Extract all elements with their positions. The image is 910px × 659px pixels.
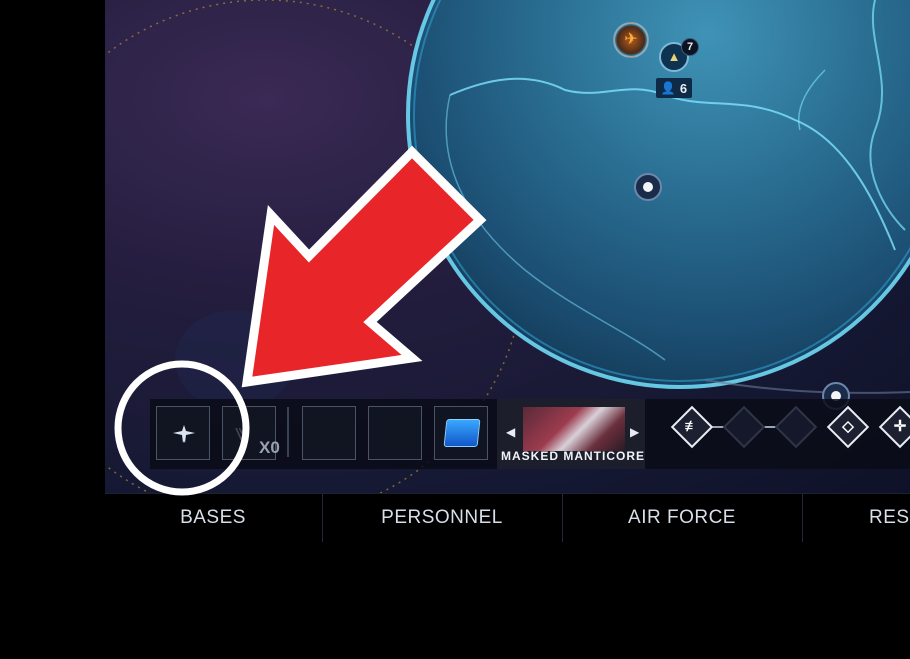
point-of-interest-marker[interactable] [634, 173, 662, 201]
skill-node-locked[interactable] [722, 405, 766, 449]
tab-air-force[interactable]: AIR FORCE [563, 494, 801, 542]
cross-diamond-icon: ✛ [893, 418, 907, 435]
person-icon: 👤 [660, 81, 676, 95]
personnel-count: 6 [679, 80, 688, 96]
bottom-navigation: BASES PERSONNEL AIR FORCE RES [105, 493, 910, 542]
rank-slot[interactable]: ⩔ X0 [222, 406, 280, 460]
aircraft-icon [173, 425, 195, 443]
empty-slot[interactable] [302, 406, 356, 460]
rank-label: X0 [259, 438, 280, 457]
personnel-count-pill: 👤 6 [656, 78, 692, 98]
slot-divider [287, 407, 289, 457]
squad-aircraft-marker[interactable]: ✈ [613, 22, 649, 58]
squad-hud-bar: ⩔ X0 ◀ ▶ MASKED MANTICORE ≢ ◇ ✛ [150, 399, 910, 469]
next-unit-button[interactable]: ▶ [630, 425, 639, 439]
empty-slot[interactable] [368, 406, 422, 460]
tab-research[interactable]: RES [803, 494, 910, 542]
base-icon: ▲ [667, 49, 681, 64]
module-slot[interactable] [434, 406, 488, 460]
skill-node-locked[interactable] [774, 405, 818, 449]
previous-unit-button[interactable]: ◀ [506, 425, 515, 439]
claw-icon: ≢ [684, 418, 700, 435]
tab-bases[interactable]: BASES [105, 494, 321, 542]
unit-selector[interactable]: ◀ ▶ MASKED MANTICORE [497, 399, 645, 469]
tab-personnel[interactable]: PERSONNEL [323, 494, 561, 542]
aircraft-slot[interactable] [156, 406, 210, 460]
rank-chevron-icon: ⩔ [235, 419, 249, 446]
aircraft-icon: ✈ [624, 31, 638, 48]
module-chip-icon [443, 419, 481, 447]
chevron-stack-icon: ◇ [842, 418, 854, 435]
unit-portrait [523, 407, 625, 451]
unit-name-label: MASKED MANTICORE [501, 449, 645, 463]
base-count-badge: 7 [681, 38, 699, 56]
